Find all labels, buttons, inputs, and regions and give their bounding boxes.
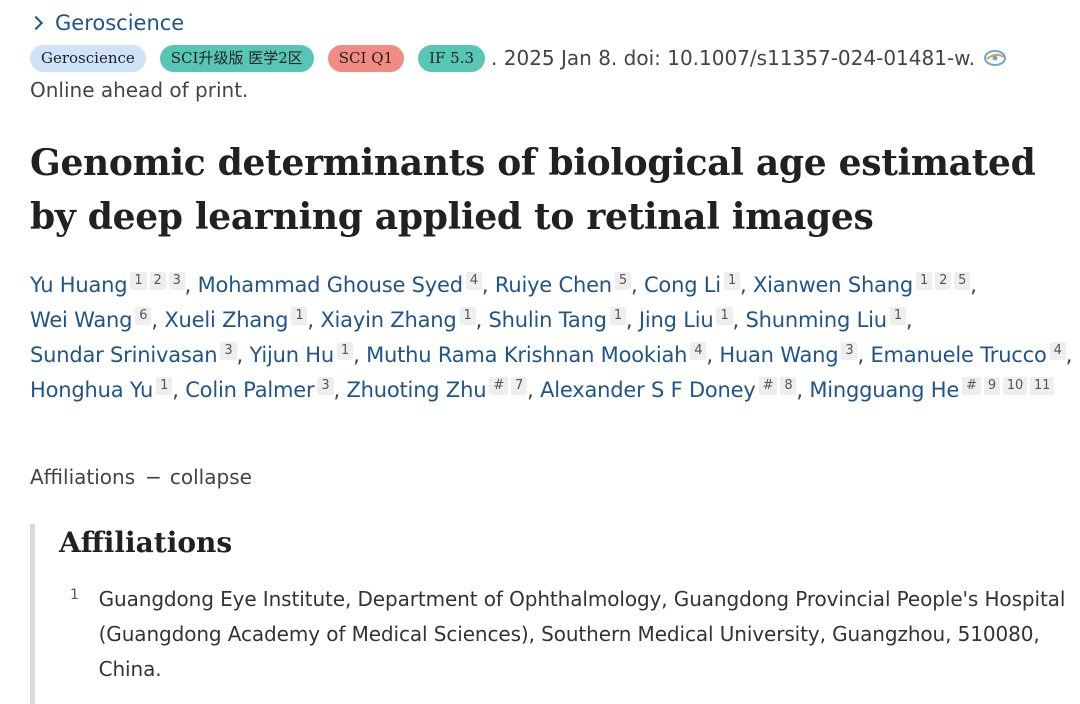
author-entry: Honghua Yu 1, <box>30 377 179 402</box>
affiliation-ref[interactable]: 5 <box>954 272 971 290</box>
affiliation-ref[interactable]: 1 <box>609 307 626 325</box>
affiliation-ref[interactable]: 1 <box>916 272 933 290</box>
author-entry: Cong Li 1, <box>643 272 747 297</box>
author-entry: Yu Huang 1 2 3, <box>30 272 192 297</box>
author-entry: Emanuele Trucco 4, <box>870 342 1073 367</box>
affiliation-ref[interactable]: 4 <box>1049 342 1066 360</box>
author-name-link[interactable]: Yijun Hu <box>249 343 334 367</box>
affiliation-ref[interactable]: 1 <box>889 307 906 325</box>
author-name-link[interactable]: Xiayin Zhang <box>320 308 456 332</box>
affiliations-toggle[interactable]: Affiliations − collapse <box>30 465 252 489</box>
journal-link[interactable]: Geroscience <box>55 11 184 35</box>
author-name-link[interactable]: Shulin Tang <box>489 308 607 332</box>
affiliation-ref[interactable]: 1 <box>337 342 354 360</box>
cas-zone-badge[interactable]: SCI升级版 医学2区 <box>159 44 314 72</box>
affiliation-item: 1 Guangdong Eye Institute, Department of… <box>65 582 1075 687</box>
affiliation-ref[interactable]: 1 <box>459 307 476 325</box>
collapse-dash-icon: − <box>145 465 162 489</box>
author-entry: Xianwen Shang 1 2 5, <box>752 272 977 297</box>
affiliation-ref[interactable]: 8 <box>780 377 797 395</box>
affiliation-ref[interactable]: 1 <box>291 307 308 325</box>
author-name-link[interactable]: Yu Huang <box>30 273 128 297</box>
jcr-quartile-badge[interactable]: SCI Q1 <box>327 44 405 72</box>
author-entry: Yijun Hu 1, <box>249 342 360 367</box>
collapse-link[interactable]: collapse <box>170 465 252 489</box>
citation-text: . 2025 Jan 8. doi: 10.1007/s11357-024-01… <box>491 46 976 70</box>
affiliation-text: Guangdong Eye Institute, Department of O… <box>98 587 1066 681</box>
affiliation-ref[interactable]: 3 <box>168 272 185 290</box>
author-entry: Shulin Tang 1, <box>488 307 633 332</box>
affiliation-ref[interactable]: 1 <box>156 377 173 395</box>
author-name-link[interactable]: Colin Palmer <box>185 378 314 402</box>
equal-contribution-marker: # <box>758 377 778 395</box>
journal-row: Geroscience <box>28 8 184 38</box>
author-name-link[interactable]: Huan Wang <box>719 343 838 367</box>
author-name-link[interactable]: Shunming Liu <box>746 308 888 332</box>
affiliation-ref[interactable]: 11 <box>1030 377 1055 395</box>
author-name-link[interactable]: Xianwen Shang <box>753 273 913 297</box>
affiliation-ref[interactable]: 1 <box>716 307 733 325</box>
author-name-link[interactable]: Muthu Rama Krishnan Mookiah <box>366 343 687 367</box>
chevron-right-icon <box>28 15 44 31</box>
author-name-link[interactable]: Jing Liu <box>639 308 714 332</box>
author-entry: Xueli Zhang 1, <box>164 307 314 332</box>
affiliations-toggle-label: Affiliations <box>30 465 136 489</box>
affiliation-ref[interactable]: 9 <box>983 377 1000 395</box>
equal-contribution-marker: # <box>962 377 981 395</box>
journal-badge[interactable]: Geroscience <box>30 44 146 72</box>
author-entry: Jing Liu 1, <box>638 307 740 332</box>
author-entry: Shunming Liu 1, <box>745 307 913 332</box>
author-entry: Alexander S F Doney #8, <box>540 377 803 402</box>
author-name-link[interactable]: Sundar Srinivasan <box>30 343 218 367</box>
author-entry: Muthu Rama Krishnan Mookiah 4, <box>366 342 713 367</box>
affiliation-ref[interactable]: 10 <box>1002 377 1028 395</box>
author-entry: Mohammad Ghouse Syed 4, <box>197 272 489 297</box>
affiliations-heading: Affiliations <box>59 526 233 559</box>
affiliation-ref[interactable]: 7 <box>511 377 528 395</box>
author-name-link[interactable]: Mingguang He <box>809 378 959 402</box>
affiliation-ref[interactable]: 5 <box>614 272 631 290</box>
impact-factor-badge[interactable]: IF 5.3 <box>418 44 486 72</box>
author-name-link[interactable]: Emanuele Trucco <box>870 343 1046 367</box>
affiliation-ref[interactable]: 1 <box>130 272 147 290</box>
author-entry: Mingguang He #9 10 11 <box>809 377 1055 402</box>
author-entry: Huan Wang 3, <box>719 342 864 367</box>
affiliations-panel: Affiliations 1 Guangdong Eye Institute, … <box>30 524 1080 704</box>
author-name-link[interactable]: Wei Wang <box>30 308 132 332</box>
equal-contribution-marker: # <box>489 377 509 395</box>
author-entry: Sundar Srinivasan 3, <box>30 342 243 367</box>
citation-manager-icon[interactable] <box>983 48 1007 68</box>
publication-status: Online ahead of print. <box>30 78 249 102</box>
author-name-link[interactable]: Alexander S F Doney <box>540 378 756 402</box>
author-name-link[interactable]: Cong Li <box>644 273 721 297</box>
author-name-link[interactable]: Zhuoting Zhu <box>346 378 486 402</box>
affiliation-ref[interactable]: 3 <box>317 377 334 395</box>
affiliation-ref[interactable]: 1 <box>723 272 741 290</box>
author-entry: Zhuoting Zhu #7, <box>346 377 534 402</box>
affiliation-ref[interactable]: 2 <box>935 272 952 290</box>
author-entry: Xiayin Zhang 1, <box>320 307 483 332</box>
author-name-link[interactable]: Honghua Yu <box>30 378 153 402</box>
author-name-link[interactable]: Ruiye Chen <box>495 273 612 297</box>
author-name-link[interactable]: Mohammad Ghouse Syed <box>198 273 463 297</box>
author-list: Yu Huang 1 2 3, Mohammad Ghouse Syed 4, Ruiy… <box>30 268 1075 408</box>
affiliation-ref[interactable]: 4 <box>465 272 482 290</box>
article-title: Genomic determinants of biological age e… <box>30 142 1036 238</box>
author-entry: Wei Wang 6, <box>30 307 158 332</box>
affiliation-ref[interactable]: 6 <box>135 307 152 325</box>
author-name-link[interactable]: Xueli Zhang <box>164 308 288 332</box>
author-entry: Colin Palmer 3, <box>185 377 340 402</box>
affiliation-number: 1 <box>70 587 79 603</box>
author-entry: Ruiye Chen 5, <box>494 272 638 297</box>
affiliation-ref[interactable]: 4 <box>690 342 707 360</box>
affiliation-ref[interactable]: 2 <box>149 272 166 290</box>
affiliation-ref[interactable]: 3 <box>841 342 858 360</box>
affiliation-ref[interactable]: 3 <box>220 342 237 360</box>
badge-row: Geroscience SCI升级版 医学2区 SCI Q1 IF 5.3 . … <box>30 42 1007 74</box>
